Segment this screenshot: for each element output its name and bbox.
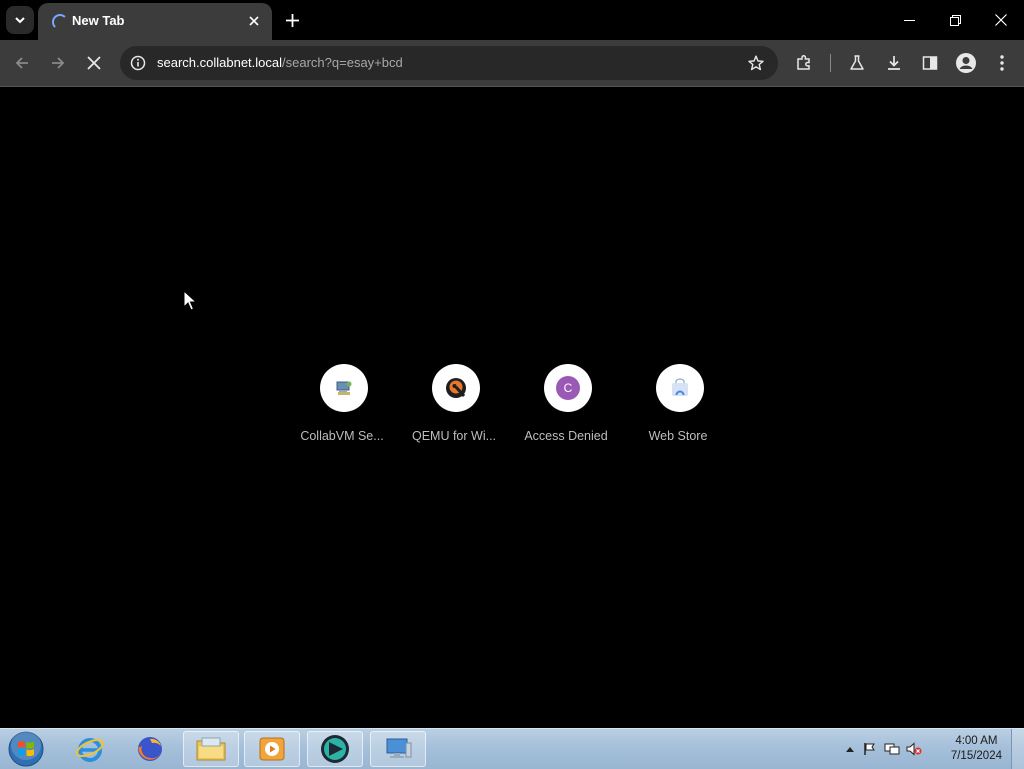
- flask-icon: [850, 55, 864, 70]
- collabvm-icon: [336, 381, 352, 395]
- tab-title: New Tab: [72, 13, 125, 28]
- side-panel-icon: [922, 56, 938, 70]
- mouse-cursor-icon: [183, 290, 197, 311]
- taskbar-remote-desktop[interactable]: [370, 731, 426, 767]
- chevron-down-icon: [15, 17, 25, 24]
- info-icon: [130, 55, 146, 71]
- network-icon: [884, 743, 900, 755]
- taskbar: 4:00 AM 7/15/2024: [0, 728, 1024, 769]
- action-center-button[interactable]: [862, 741, 878, 757]
- tab-new-tab[interactable]: New Tab: [38, 3, 272, 40]
- show-desktop-button[interactable]: [1011, 729, 1024, 769]
- download-icon: [888, 56, 900, 70]
- shortcut-label: Access Denied: [524, 429, 608, 443]
- labs-button[interactable]: [845, 51, 869, 75]
- start-button[interactable]: [6, 731, 46, 767]
- volume-muted-icon: [906, 742, 922, 756]
- letter-c-icon: C: [556, 376, 580, 400]
- close-icon: [249, 16, 259, 26]
- show-hidden-icons-button[interactable]: [842, 741, 858, 757]
- folder-icon: [196, 737, 226, 761]
- plus-icon: [285, 13, 299, 27]
- flag-icon: [864, 743, 875, 755]
- restore-button[interactable]: [932, 0, 978, 40]
- shortcut-label: Web Store: [648, 429, 708, 443]
- close-icon: [995, 14, 1007, 26]
- bookmark-button[interactable]: [746, 53, 766, 73]
- url-text: search.collabnet.local/search?q=esay+bcd: [157, 55, 403, 70]
- media-player-icon: [259, 737, 285, 761]
- taskbar-internet-explorer[interactable]: [62, 731, 118, 767]
- arrow-right-icon: [52, 57, 65, 69]
- taskbar-media-player[interactable]: [244, 731, 300, 767]
- forward-button[interactable]: [44, 49, 72, 77]
- chevron-up-icon: [846, 747, 854, 752]
- taskbar-file-explorer[interactable]: [183, 731, 239, 767]
- monitor-icon: [386, 738, 412, 758]
- browser-app-icon: [321, 735, 349, 763]
- close-window-button[interactable]: [978, 0, 1024, 40]
- stop-loading-button[interactable]: [80, 49, 108, 77]
- webstore-icon: [672, 378, 688, 396]
- restore-icon: [949, 14, 961, 26]
- star-icon: [748, 55, 764, 71]
- new-tab-button[interactable]: [280, 8, 304, 32]
- taskbar-firefox[interactable]: [122, 731, 178, 767]
- clock-time: 4:00 AM: [955, 735, 998, 747]
- address-bar[interactable]: search.collabnet.local/search?q=esay+bcd: [120, 46, 778, 80]
- clock[interactable]: 4:00 AM 7/15/2024: [951, 734, 1002, 764]
- qemu-icon: [446, 378, 466, 398]
- browser-toolbar: search.collabnet.local/search?q=esay+bcd: [0, 40, 1024, 87]
- shortcut-web-store[interactable]: Web Store: [622, 363, 734, 453]
- loading-spinner-icon: [52, 14, 68, 30]
- close-icon: [87, 56, 101, 70]
- tab-close-button[interactable]: [244, 11, 264, 31]
- url-host: search.collabnet.local: [157, 55, 283, 70]
- tab-strip: New Tab: [0, 0, 1024, 40]
- clock-date: 7/15/2024: [950, 750, 1002, 762]
- toolbar-separator: [830, 54, 831, 72]
- back-button[interactable]: [8, 49, 36, 77]
- extensions-button[interactable]: [792, 51, 816, 75]
- shortcut-qemu[interactable]: QEMU for Wi...: [398, 363, 510, 453]
- tab-search-button[interactable]: [6, 6, 34, 34]
- shortcut-icon-circle: [432, 364, 480, 412]
- shortcut-icon-circle: [320, 364, 368, 412]
- shortcut-grid: CollabVM Se... QEMU for Wi... C Access D…: [286, 363, 736, 453]
- shortcut-label: QEMU for Wi...: [411, 429, 497, 443]
- firefox-icon: [138, 737, 162, 761]
- downloads-button[interactable]: [882, 51, 906, 75]
- account-icon: [956, 53, 976, 73]
- page-content: CollabVM Se... QEMU for Wi... C Access D…: [0, 87, 1024, 728]
- site-info-button[interactable]: [128, 53, 148, 73]
- url-path: /search?q=esay+bcd: [282, 55, 403, 70]
- window-controls: [886, 0, 1024, 40]
- minimize-button[interactable]: [886, 0, 932, 40]
- shortcut-access-denied[interactable]: C Access Denied: [510, 363, 622, 453]
- side-panel-button[interactable]: [918, 51, 942, 75]
- system-tray: 4:00 AM 7/15/2024: [834, 729, 1024, 769]
- shortcut-icon-circle: [656, 364, 704, 412]
- more-vertical-icon: [1000, 55, 1004, 71]
- arrow-left-icon: [15, 57, 28, 69]
- menu-button[interactable]: [990, 51, 1014, 75]
- internet-explorer-icon: [76, 738, 104, 762]
- network-button[interactable]: [884, 741, 900, 757]
- shortcut-label: CollabVM Se...: [300, 429, 384, 443]
- shortcut-collabvm[interactable]: CollabVM Se...: [286, 363, 398, 453]
- taskbar-browser[interactable]: [307, 731, 363, 767]
- minimize-icon: [903, 19, 915, 21]
- profile-button[interactable]: [954, 51, 978, 75]
- puzzle-icon: [797, 55, 810, 70]
- volume-button[interactable]: [906, 741, 922, 757]
- shortcut-icon-circle: C: [544, 364, 592, 412]
- letter-avatar-text: C: [563, 381, 573, 395]
- windows-logo-icon: [8, 731, 44, 767]
